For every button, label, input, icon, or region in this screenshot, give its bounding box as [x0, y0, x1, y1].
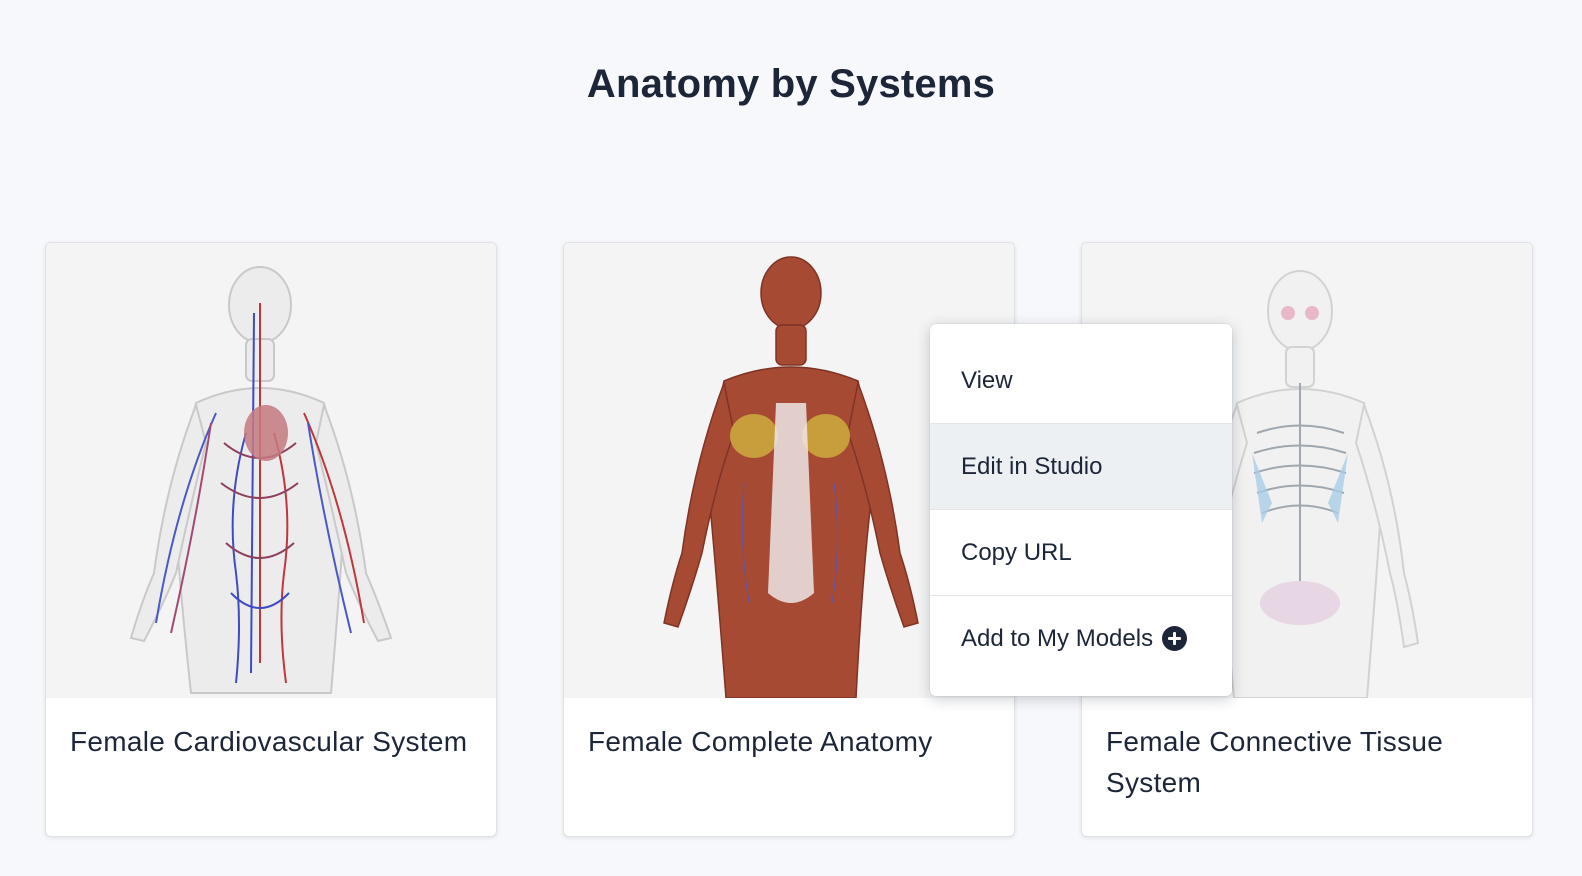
menu-item-add-to-my-models[interactable]: Add to My Models — [930, 595, 1232, 681]
menu-item-edit-in-studio[interactable]: Edit in Studio — [930, 423, 1232, 509]
plus-circle-icon — [1162, 626, 1188, 651]
menu-item-label: Edit in Studio — [961, 452, 1103, 480]
menu-item-label: Copy URL — [961, 538, 1072, 566]
menu-item-copy-url[interactable]: Copy URL — [930, 509, 1232, 595]
page: Anatomy by Systems Female Cardiovascular… — [0, 0, 1582, 876]
page-title: Anatomy by Systems — [586, 62, 996, 106]
menu-item-view[interactable]: View — [930, 339, 1232, 423]
card-title[interactable]: Female Connective Tissue System — [1106, 721, 1506, 803]
model-card-cardiovascular[interactable]: Female Cardiovascular System — [45, 242, 497, 837]
menu-item-label: View — [961, 367, 1013, 394]
card-title[interactable]: Female Cardiovascular System — [70, 721, 470, 762]
cardiovascular-figure — [129, 266, 393, 694]
menu-item-label: Add to My Models — [961, 624, 1154, 652]
context-menu: View Edit in Studio Copy URL Add to My M… — [930, 324, 1232, 696]
card-title[interactable]: Female Complete Anatomy — [588, 721, 988, 762]
cardiovascular-model-image[interactable] — [46, 243, 496, 698]
